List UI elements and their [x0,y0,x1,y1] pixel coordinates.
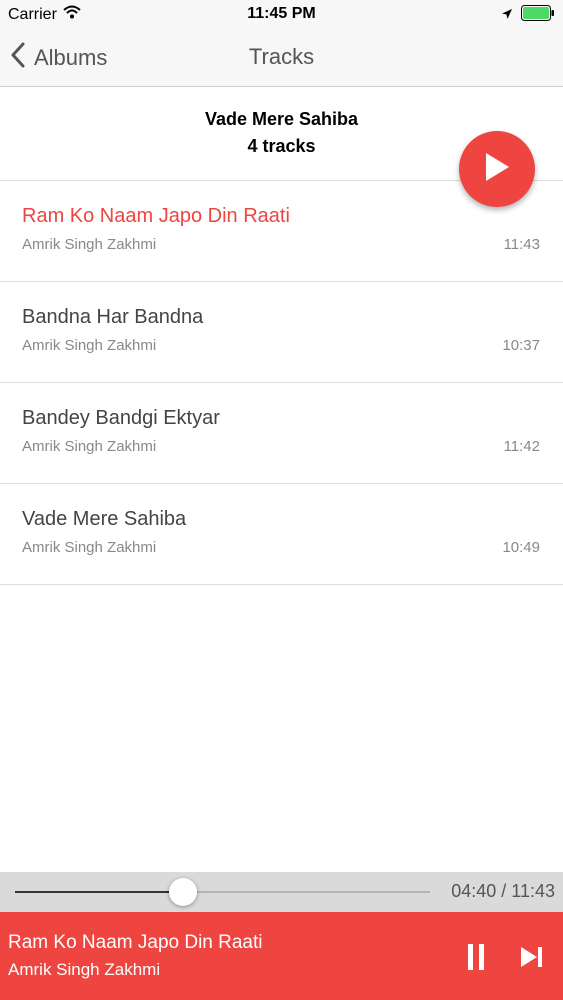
progress-time: 04:40 / 11:43 [451,881,555,901]
skip-next-icon [517,947,547,974]
track-list: Ram Ko Naam Japo Din Raati Amrik Singh Z… [0,181,563,585]
track-title: Ram Ko Naam Japo Din Raati [22,205,290,227]
now-playing-bar[interactable]: Ram Ko Naam Japo Din Raati Amrik Singh Z… [0,912,563,1000]
now-playing-title: Ram Ko Naam Japo Din Raati [8,932,263,953]
location-arrow-icon [501,7,513,25]
nav-title: Tracks [248,44,315,69]
playback-progress-bar: 04:40 / 11:43 [0,872,563,912]
track-duration: 11:43 [503,236,540,253]
track-title: Bandey Bandgi Ektyar [22,407,220,429]
status-time: 11:45 PM [247,5,316,22]
track-duration: 10:49 [502,539,540,556]
now-playing-artist: Amrik Singh Zakhmi [8,960,161,979]
track-duration: 11:42 [503,438,540,455]
track-artist: Amrik Singh Zakhmi [22,236,157,253]
progress-fill [15,891,183,893]
play-all-button[interactable] [459,131,535,207]
play-icon [482,151,512,188]
track-title: Bandna Har Bandna [22,306,204,328]
track-artist: Amrik Singh Zakhmi [22,337,157,354]
next-track-button[interactable] [517,944,547,970]
album-title: Vade Mere Sahiba [204,109,359,129]
progress-thumb[interactable] [169,878,197,906]
track-artist: Amrik Singh Zakhmi [22,438,157,455]
pause-button[interactable] [460,942,492,972]
status-bar: Carrier 11:45 PM [0,0,563,30]
pause-icon [460,944,492,976]
track-row-3[interactable]: Bandey Bandgi Ektyar Amrik Singh Zakhmi … [0,383,563,484]
track-title: Vade Mere Sahiba [22,508,187,530]
track-duration: 10:37 [502,337,540,354]
track-row-2[interactable]: Bandna Har Bandna Amrik Singh Zakhmi 10:… [0,282,563,383]
progress-track[interactable] [15,878,430,906]
track-artist: Amrik Singh Zakhmi [22,539,157,556]
track-row-4[interactable]: Vade Mere Sahiba Amrik Singh Zakhmi 10:4… [0,484,563,585]
battery-icon [521,5,555,26]
status-right [501,5,555,26]
navigation-bar: Albums Tracks [0,30,563,87]
